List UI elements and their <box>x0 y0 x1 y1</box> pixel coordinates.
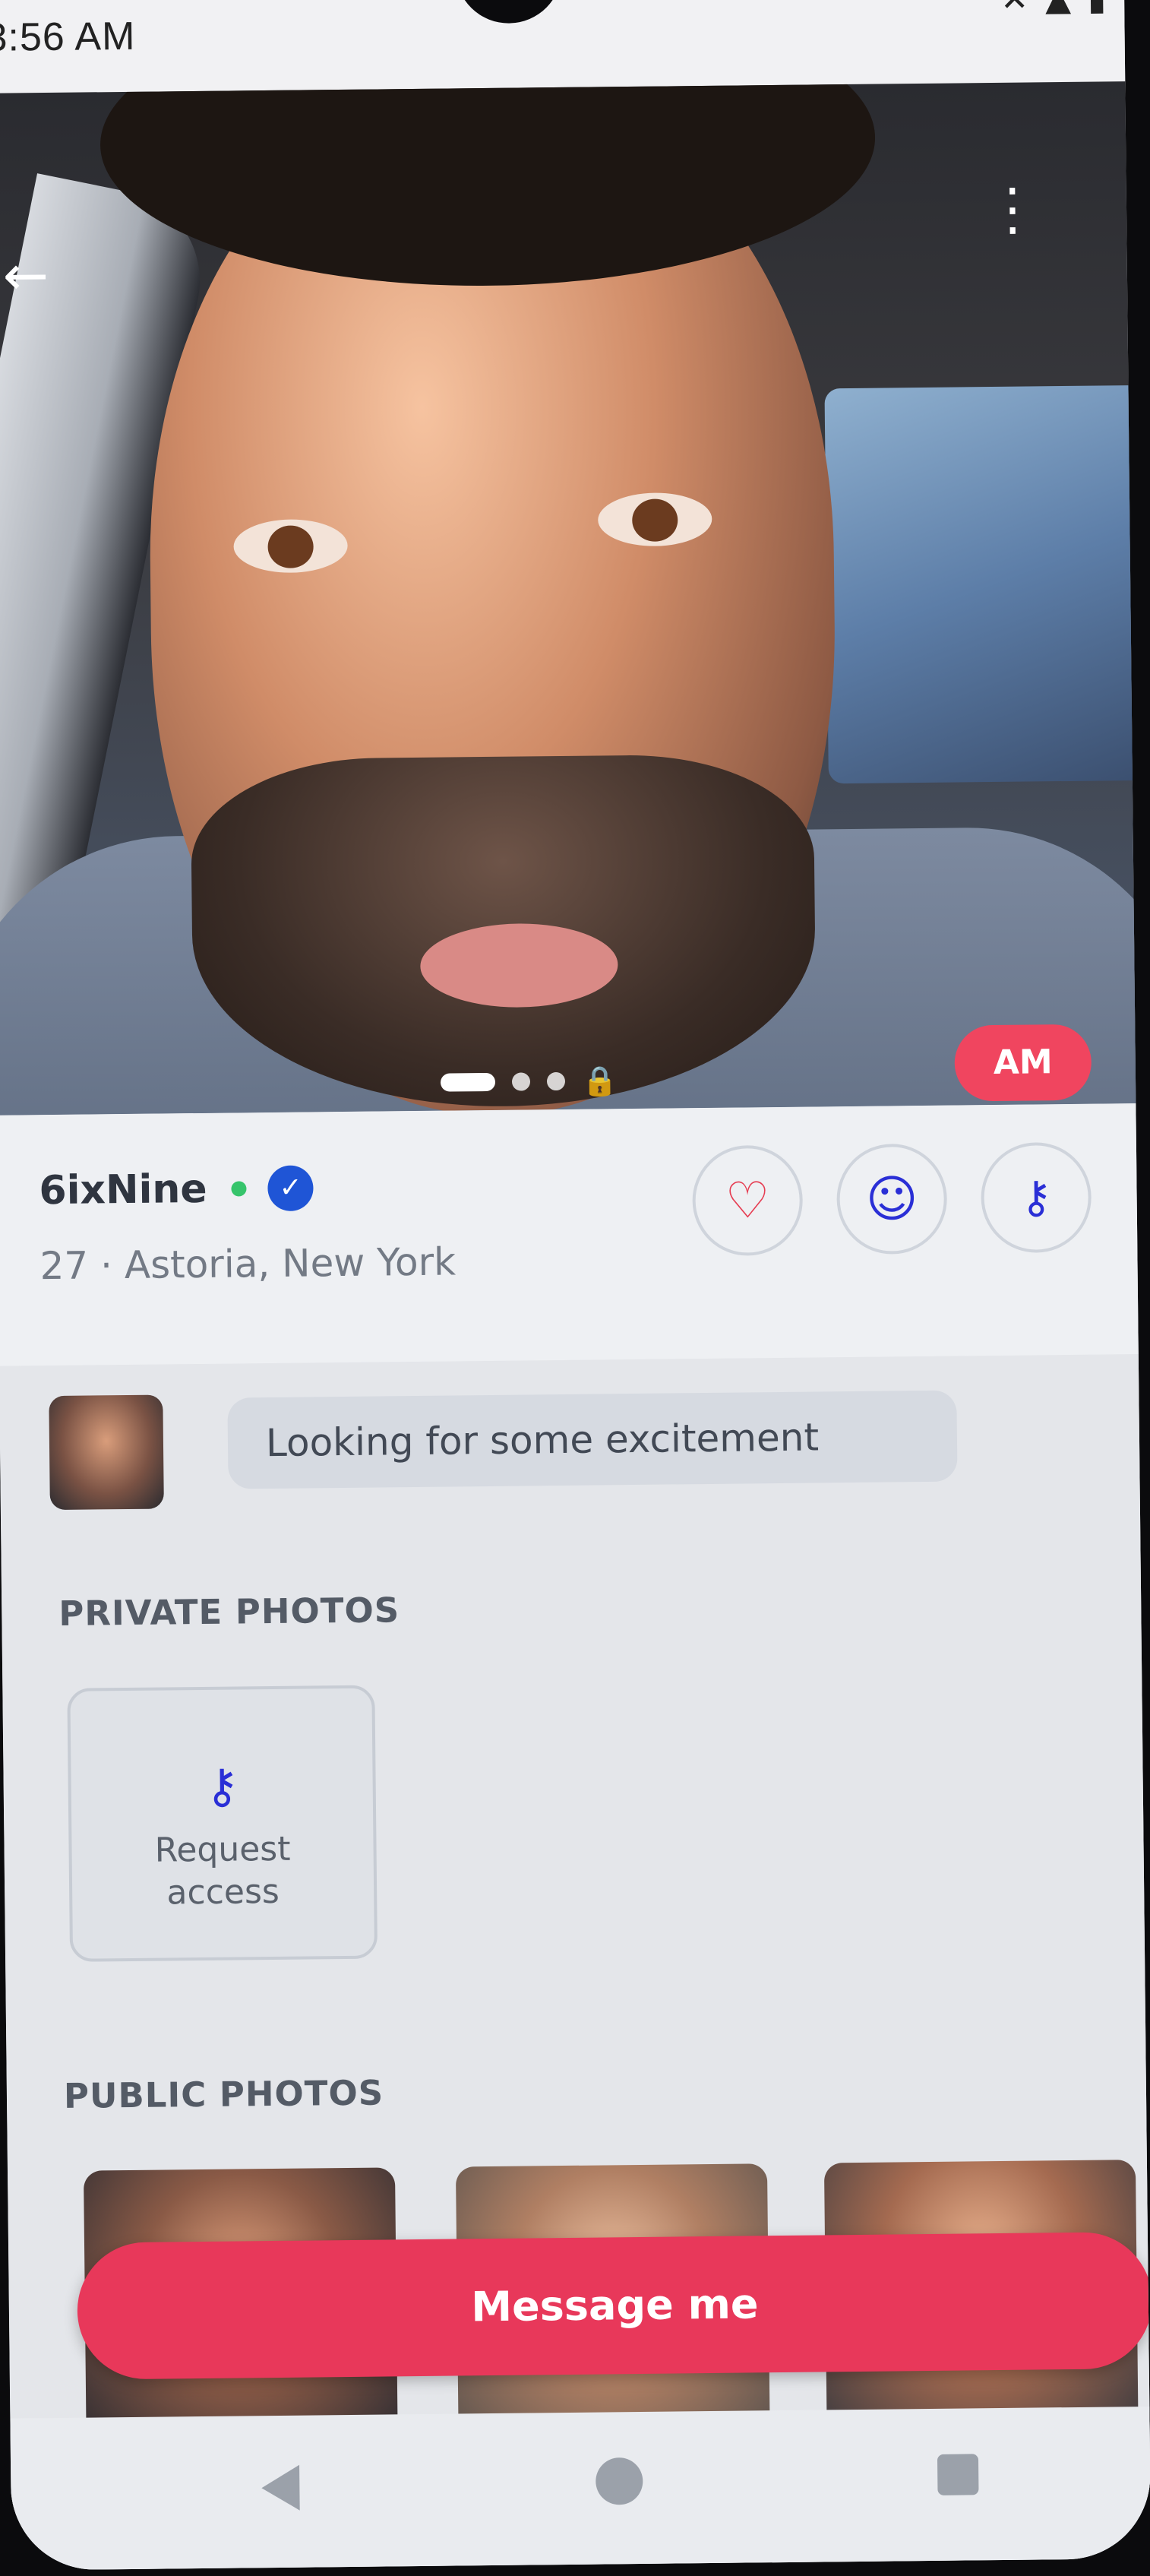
verified-badge-icon: ✓ <box>267 1165 314 1212</box>
request-access-card[interactable]: ⚷ Request access <box>67 1685 378 1962</box>
name-row: 6ixNine ✓ <box>39 1165 314 1214</box>
wink-button[interactable]: ☺ <box>836 1143 948 1255</box>
heart-icon: ♡ <box>725 1171 771 1230</box>
photo-hair <box>99 81 877 290</box>
private-photos-heading: PRIVATE PHOTOS <box>58 1590 400 1634</box>
profile-header: 6ixNine ✓ 27 · Astoria, New York ♡ ☺ ⚷ <box>0 1103 1150 1366</box>
online-status-dot <box>231 1181 247 1197</box>
photo-pager[interactable]: 🔒 <box>440 1064 618 1098</box>
phone-device: 3:56 AM ✕ ▲ ▮ ← ··· 🔒 AM <box>0 0 1150 2576</box>
nav-recents-icon[interactable] <box>937 2454 979 2495</box>
profile-content: Looking for some excitement PRIVATE PHOT… <box>0 1353 1150 2571</box>
system-nav-bar <box>10 2406 1150 2571</box>
key-icon: ⚷ <box>204 1758 240 1814</box>
lock-icon[interactable]: 🔒 <box>582 1064 618 1097</box>
more-vertical-icon[interactable]: · · · <box>990 160 1036 262</box>
profile-hero-photo[interactable]: ← · · · 🔒 AM <box>0 81 1150 1116</box>
key-icon: ⚷ <box>1019 1171 1053 1223</box>
profile-name: 6ixNine <box>39 1166 207 1214</box>
pager-dot[interactable] <box>511 1072 531 1091</box>
profile-age-location: 27 · Astoria, New York <box>39 1239 457 1289</box>
back-arrow-icon[interactable]: ← <box>0 243 56 308</box>
request-access-label: Request access <box>154 1829 291 1913</box>
status-message-bubble: Looking for some excitement <box>227 1390 958 1489</box>
camera-notch <box>455 0 563 24</box>
wink-face-icon: ☺ <box>865 1169 918 1229</box>
nav-back-icon[interactable] <box>261 2464 300 2511</box>
status-time: 3:56 AM <box>0 14 136 60</box>
status-icons: ✕ ▲ ▮ <box>1000 0 1109 19</box>
message-me-button[interactable]: Message me <box>76 2231 1150 2380</box>
nav-home-icon[interactable] <box>595 2457 643 2505</box>
pager-dot-active[interactable] <box>440 1072 496 1092</box>
like-button[interactable]: ♡ <box>691 1144 804 1257</box>
profile-avatar-thumbnail[interactable] <box>49 1394 164 1511</box>
pager-dot[interactable] <box>546 1071 566 1091</box>
am-badge: AM <box>954 1024 1092 1102</box>
photo-background-window <box>824 385 1148 784</box>
private-access-key-button[interactable]: ⚷ <box>980 1141 1092 1254</box>
public-photos-heading: PUBLIC PHOTOS <box>63 2072 384 2116</box>
app-screen: 3:56 AM ✕ ▲ ▮ ← ··· 🔒 AM <box>0 0 1150 2571</box>
